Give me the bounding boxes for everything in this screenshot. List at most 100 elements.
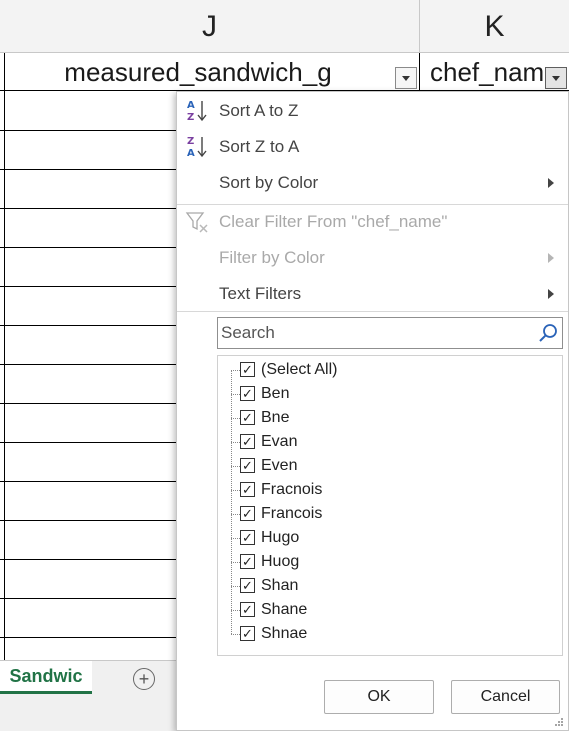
tree-connector <box>231 514 240 515</box>
list-item[interactable]: ✓ Bne <box>218 406 562 430</box>
list-item-label: Shan <box>261 577 299 594</box>
menu-item-label: Filter by Color <box>219 248 325 267</box>
cell-grid[interactable] <box>0 91 190 661</box>
search-box[interactable] <box>217 317 563 349</box>
column-header-row: J K <box>0 0 569 53</box>
filter-dropdown-button-j[interactable] <box>395 67 417 89</box>
list-item[interactable]: ✓ Shan <box>218 574 562 598</box>
chevron-right-icon <box>548 289 554 299</box>
list-item-label: Shnae <box>261 625 308 642</box>
list-item[interactable]: ✓ (Select All) <box>218 358 562 382</box>
tree-connector <box>231 466 240 467</box>
sheet-tab-bar: Sandwic + <box>0 660 190 731</box>
list-item[interactable]: ✓ Fracnois <box>218 478 562 502</box>
grid-line <box>0 559 190 560</box>
menu-item-label: Sort Z to A <box>219 137 300 156</box>
list-item-label: Fracnois <box>261 481 323 498</box>
list-item[interactable]: ✓ Even <box>218 454 562 478</box>
checkbox-checked-icon[interactable]: ✓ <box>240 554 255 569</box>
menu-separator <box>177 311 568 312</box>
menu-item-filter-by-color: Filter by Color <box>177 241 568 275</box>
grid-line <box>0 637 190 638</box>
resize-grip-icon[interactable] <box>554 717 564 727</box>
sort-descending-icon: Z A <box>187 136 207 159</box>
menu-item-sort-z-to-a[interactable]: Z A Sort Z to A <box>177 130 568 164</box>
checkbox-checked-icon[interactable]: ✓ <box>240 530 255 545</box>
filter-value-list[interactable]: ✓ (Select All) ✓ Ben ✓ Bne ✓ Evan ✓ Even… <box>217 355 563 656</box>
list-item-label: Huog <box>261 553 300 570</box>
filter-dropdown-button-k[interactable] <box>545 67 567 89</box>
grid-line <box>0 520 190 521</box>
checkbox-checked-icon[interactable]: ✓ <box>240 602 255 617</box>
header-cell-measured-sandwich[interactable]: measured_sandwich_g <box>4 53 420 91</box>
checkbox-checked-icon[interactable]: ✓ <box>240 482 255 497</box>
grid-line <box>4 91 5 661</box>
tree-connector <box>231 634 240 635</box>
chevron-right-icon <box>548 253 554 263</box>
table-header-row: measured_sandwich_g chef_nam <box>0 53 569 91</box>
menu-item-label: Text Filters <box>219 284 302 303</box>
list-item[interactable]: ✓ Francois <box>218 502 562 526</box>
list-item[interactable]: ✓ Shnae <box>218 622 562 646</box>
checkbox-checked-icon[interactable]: ✓ <box>240 386 255 401</box>
cancel-button[interactable]: Cancel <box>451 680 560 714</box>
column-header-j[interactable]: J <box>0 0 420 53</box>
tree-connector <box>231 394 240 395</box>
grid-line <box>0 598 190 599</box>
checkbox-checked-icon[interactable]: ✓ <box>240 410 255 425</box>
tree-connector <box>231 490 240 491</box>
checkbox-checked-icon[interactable]: ✓ <box>240 434 255 449</box>
list-item-label: Ben <box>261 385 290 402</box>
grid-line <box>0 208 190 209</box>
list-item-label: Francois <box>261 505 323 522</box>
add-sheet-button[interactable]: + <box>133 668 155 690</box>
tree-connector <box>231 418 240 419</box>
grid-line <box>0 325 190 326</box>
clear-filter-icon <box>185 212 208 233</box>
grid-line <box>0 130 190 131</box>
checkbox-checked-icon[interactable]: ✓ <box>240 362 255 377</box>
tree-connector <box>231 562 240 563</box>
grid-line <box>0 169 190 170</box>
grid-line <box>0 286 190 287</box>
grid-line <box>0 364 190 365</box>
sheet-tab-sandwich[interactable]: Sandwic <box>0 661 92 694</box>
chevron-right-icon <box>548 178 554 188</box>
list-item[interactable]: ✓ Ben <box>218 382 562 406</box>
list-item-label: (Select All) <box>261 361 338 378</box>
menu-item-text-filters[interactable]: Text Filters <box>177 277 568 311</box>
list-item-label: Bne <box>261 409 290 426</box>
menu-item-label: Sort A to Z <box>219 101 299 120</box>
svg-text:A: A <box>187 148 195 159</box>
search-icon <box>539 324 557 342</box>
chevron-down-icon <box>552 75 560 81</box>
menu-item-label: Clear Filter From "chef_name" <box>219 212 448 231</box>
tree-connector <box>231 610 240 611</box>
grid-line <box>0 403 190 404</box>
list-item[interactable]: ✓ Hugo <box>218 526 562 550</box>
tree-connector <box>231 538 240 539</box>
list-item[interactable]: ✓ Shane <box>218 598 562 622</box>
menu-item-sort-a-to-z[interactable]: A Z Sort A to Z <box>177 94 568 128</box>
checkbox-checked-icon[interactable]: ✓ <box>240 578 255 593</box>
menu-item-sort-by-color[interactable]: Sort by Color <box>177 166 568 200</box>
tree-connector <box>231 586 240 587</box>
checkbox-checked-icon[interactable]: ✓ <box>240 626 255 641</box>
list-item[interactable]: ✓ Evan <box>218 430 562 454</box>
list-item-label: Evan <box>261 433 298 450</box>
tree-connector <box>231 442 240 443</box>
search-input[interactable] <box>218 318 537 348</box>
checkbox-checked-icon[interactable]: ✓ <box>240 506 255 521</box>
grid-line <box>0 481 190 482</box>
chevron-down-icon <box>402 75 410 81</box>
list-item-label: Even <box>261 457 298 474</box>
column-header-k[interactable]: K <box>420 0 569 53</box>
checkbox-checked-icon[interactable]: ✓ <box>240 458 255 473</box>
list-item[interactable]: ✓ Huog <box>218 550 562 574</box>
tree-connector <box>231 370 240 371</box>
ok-button[interactable]: OK <box>324 680 434 714</box>
svg-text:Z: Z <box>187 136 194 147</box>
grid-line <box>0 442 190 443</box>
list-item-label: Hugo <box>261 529 300 546</box>
svg-text:Z: Z <box>187 112 194 123</box>
